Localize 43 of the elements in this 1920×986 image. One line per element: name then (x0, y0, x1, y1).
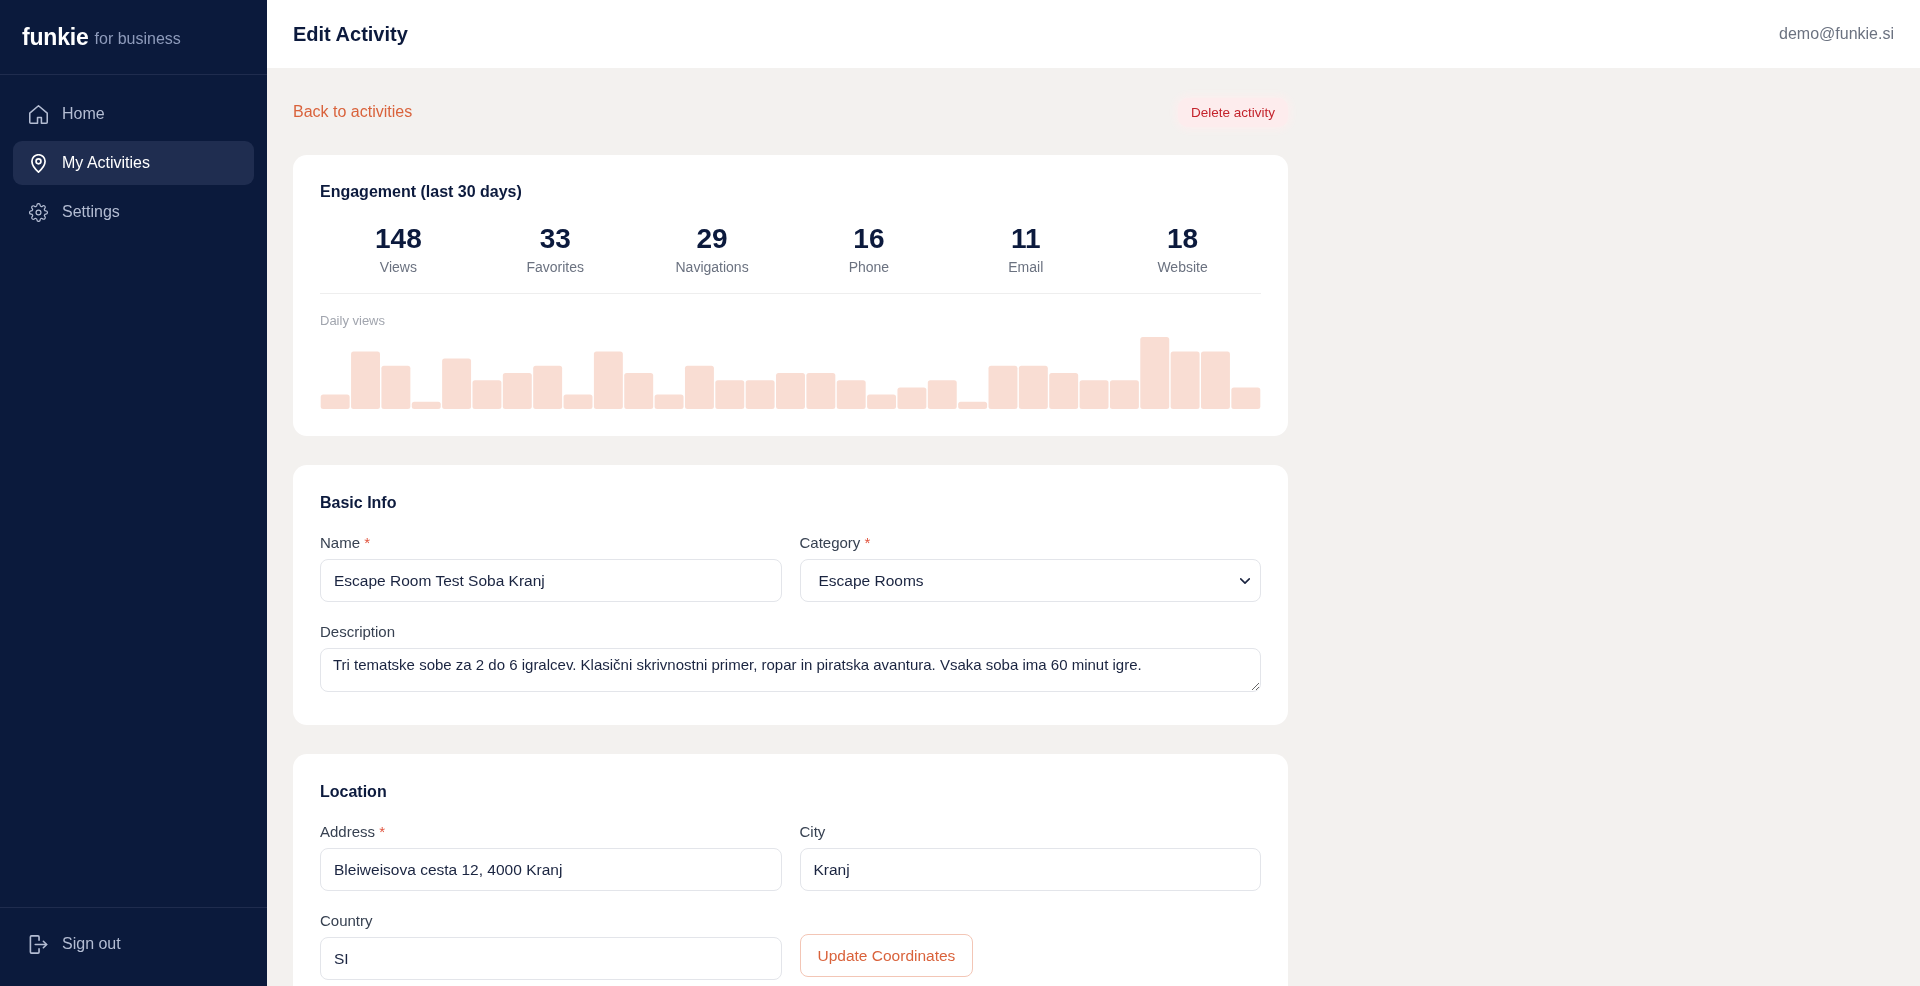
update-coordinates-button[interactable]: Update Coordinates (799, 934, 974, 977)
home-icon (29, 104, 48, 124)
brand-logo: funkie (22, 23, 89, 51)
field-label: Country (320, 912, 373, 930)
stat-value: 33 (539, 222, 571, 256)
page-title: Edit Activity (293, 22, 408, 46)
field-label: Address * (320, 823, 386, 841)
gear-icon (29, 202, 48, 222)
stat-value: 11 (1010, 222, 1041, 256)
stat-value: 16 (853, 222, 885, 256)
nav-item[interactable]: Settings (13, 190, 254, 234)
delete-button[interactable]: Delete activity (1177, 97, 1288, 127)
section-title: Basic Info (320, 493, 398, 513)
stat-label: Navigations (675, 258, 749, 276)
user-email: demo@funkie.si (1779, 25, 1894, 43)
stat-label: Phone (848, 258, 890, 276)
field-label: City (799, 823, 826, 841)
card-title: Engagement (last 30 days) (320, 182, 523, 202)
field-label: Category * (799, 534, 871, 552)
sign-out-link[interactable]: Sign out (13, 922, 254, 966)
stat-label: Email (1008, 258, 1044, 276)
chevron-down-icon (1240, 577, 1250, 584)
stat-label: Favorites (526, 258, 585, 276)
chart-title: Daily views (320, 313, 385, 329)
logo-tagline: for business (94, 29, 181, 48)
sign-out-icon (29, 934, 48, 954)
textarea-field[interactable]: Tri tematske sobe za 2 do 6 igralcev. Klasični skrivnostni primer, ropar in piratska avantura. Vsaka soba ima 60 minut igre. (320, 648, 1261, 692)
stat-value: 29 (696, 222, 728, 256)
field-label: Name * (320, 534, 371, 552)
stat-value: 148 (375, 222, 422, 256)
input-field[interactable]: Escape Room Test Soba Kranj (320, 559, 782, 602)
nav-item[interactable]: Home (13, 92, 254, 136)
section-title: Location (320, 782, 388, 802)
field-label: Description (320, 623, 396, 641)
stat-value: 18 (1167, 222, 1199, 256)
select-field[interactable]: Escape Rooms (799, 559, 1261, 602)
map-pin-icon (29, 153, 48, 173)
input-field[interactable]: Bleiweisova cesta 12, 4000 Kranj (320, 848, 782, 891)
input-field[interactable]: Kranj (799, 848, 1261, 891)
nav-item[interactable]: My Activities (13, 141, 254, 185)
stat-label: Views (379, 258, 417, 276)
input-field[interactable]: SI (320, 937, 782, 980)
stat-label: Website (1157, 258, 1208, 276)
